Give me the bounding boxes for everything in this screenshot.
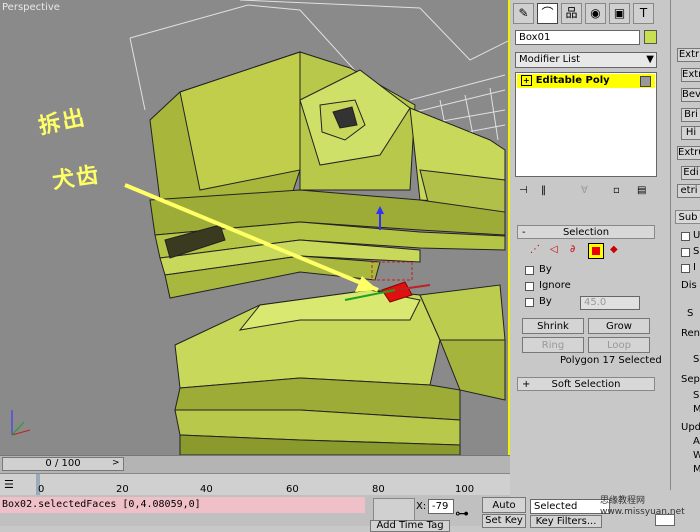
by-angle-checkbox[interactable] <box>525 298 534 307</box>
side-label-upd: Upd <box>681 422 700 433</box>
show-end-result-icon[interactable]: ‖ <box>541 185 546 196</box>
annotation-line2: 犬齿 <box>50 161 102 195</box>
subdivision-rollout-header[interactable]: Sub <box>675 210 700 224</box>
by-angle-label: By <box>539 296 552 307</box>
track-bar[interactable]: 0 20 40 60 80 100 ☰ <box>0 473 510 496</box>
side-label-i: I <box>693 262 696 273</box>
ruler-tick-80: 80 <box>372 484 385 495</box>
side-label-dis: Dis <box>681 280 697 291</box>
side-label-sep: Sep <box>681 374 700 385</box>
stack-toolbar: ⊣ ‖ ∀ ▫ ▤ <box>515 182 657 202</box>
modify-icon[interactable]: ⌒ <box>537 3 558 24</box>
make-unique-icon[interactable]: ∀ <box>581 185 588 196</box>
ruler-tick-60: 60 <box>286 484 299 495</box>
modifier-list-label: Modifier List <box>519 54 581 65</box>
object-color-swatch[interactable] <box>644 30 657 44</box>
edge-icon[interactable]: ◁ <box>550 244 558 255</box>
stack-item-editable-poly[interactable]: + Editable Poly <box>517 74 655 88</box>
pin-stack-icon[interactable]: ⊣ <box>519 185 528 196</box>
soft-selection-rollout-header[interactable]: + Soft Selection <box>517 377 655 391</box>
vertex-icon[interactable]: ⋰ <box>530 244 540 255</box>
x-coordinate-label: X: <box>416 501 427 512</box>
ruler-tick-0: 0 <box>38 484 45 495</box>
object-name-field[interactable]: Box01 <box>515 30 640 45</box>
next-frame-icon[interactable]: > <box>112 458 120 468</box>
bridge-button[interactable]: Bri <box>681 108 700 122</box>
key-filters-button[interactable]: Key Filters... <box>530 515 602 528</box>
shrink-button[interactable]: Shrink <box>522 318 584 334</box>
hierarchy-icon[interactable]: 品 <box>561 3 582 24</box>
ring-button[interactable]: Ring <box>522 337 584 353</box>
ruler-tick-40: 40 <box>200 484 213 495</box>
grow-button[interactable]: Grow <box>588 318 650 334</box>
command-panel: ✎ ⌒ 品 ◉ ▣ T Box01 Modifier List ▼ + Edita… <box>510 0 670 490</box>
motion-icon[interactable]: ◉ <box>585 3 606 24</box>
side-label-u: U <box>693 230 700 241</box>
by-vertex-checkbox[interactable] <box>525 266 534 275</box>
side-label-ren: Ren <box>681 328 700 339</box>
selection-title: Selection <box>562 227 610 238</box>
side-button-0[interactable]: Extr <box>677 48 700 62</box>
ignore-backfacing-checkbox[interactable] <box>525 282 534 291</box>
frame-field[interactable] <box>655 514 675 526</box>
side-label-a: A <box>693 436 700 447</box>
configure-modifiers-icon[interactable]: ▤ <box>637 185 646 196</box>
modifier-list-dropdown[interactable]: Modifier List ▼ <box>515 52 657 68</box>
side-checkbox-u[interactable] <box>681 232 690 241</box>
time-slider[interactable]: 0 / 100 <box>2 457 124 471</box>
bevel-button[interactable]: Bev <box>681 88 700 102</box>
create-icon[interactable]: ✎ <box>513 3 534 24</box>
side-label-w: W <box>693 450 700 461</box>
stack-item-label: Editable Poly <box>535 75 610 86</box>
side-label-s2: S <box>687 308 694 319</box>
add-time-tag-button[interactable]: Add Time Tag <box>370 520 450 532</box>
ruler-tick-100: 100 <box>455 484 475 495</box>
display-icon[interactable]: ▣ <box>609 3 630 24</box>
track-bar-menu-icon[interactable]: ☰ <box>4 478 14 491</box>
chevron-down-icon: ▼ <box>646 54 654 65</box>
selection-status: Polygon 17 Selected <box>560 355 662 366</box>
side-label-m: M <box>693 404 700 415</box>
by-vertex-label: By <box>539 264 552 275</box>
angle-value-field[interactable]: 45.0 <box>580 296 640 310</box>
watermark: 思缘教程网 www.missyuan.net <box>600 496 685 517</box>
extrude-spline-button[interactable]: Extru <box>677 146 700 160</box>
stack-toggle-icon[interactable] <box>640 76 651 87</box>
modifier-stack: + Editable Poly <box>515 72 657 177</box>
edit-triangulation-button[interactable]: Edi <box>681 166 700 180</box>
border-icon[interactable]: ∂ <box>570 244 575 255</box>
soft-selection-title: Soft Selection <box>551 379 621 390</box>
retriangulate-button[interactable]: etri <box>677 184 700 198</box>
edit-geometry-panel: Extr Extr Bev Bri Hi Extru Edi etri Sub … <box>670 0 700 490</box>
key-icon[interactable]: ⊶ <box>455 506 469 522</box>
selection-set-dropdown[interactable]: Selected <box>530 499 610 514</box>
subobject-toolbar: ⋰ ◁ ∂ ◆ <box>530 243 630 260</box>
maxscript-listener[interactable]: Box02.selectedFaces [0,4.08059,0] <box>0 497 365 513</box>
side-label-s3: S <box>693 354 700 365</box>
remove-modifier-icon[interactable]: ▫ <box>613 185 620 196</box>
x-coordinate-field[interactable]: -79 <box>428 499 454 514</box>
dragon-head-model <box>11 0 508 455</box>
side-label-s: S <box>693 246 700 257</box>
loop-button[interactable]: Loop <box>588 337 650 353</box>
extrude-button[interactable]: Extr <box>681 68 700 82</box>
selection-rollout-header[interactable]: - Selection <box>517 225 655 239</box>
utilities-icon[interactable]: T <box>633 3 654 24</box>
side-checkbox-i[interactable] <box>681 264 690 273</box>
side-label-m2: M <box>693 464 700 475</box>
viewport-label[interactable]: Perspective <box>2 2 60 13</box>
polygon-icon[interactable] <box>588 243 604 259</box>
side-label-s4: S <box>693 390 700 401</box>
hinge-button[interactable]: Hi <box>681 126 700 140</box>
perspective-viewport[interactable]: Perspective 拆出 犬齿 <box>0 0 510 455</box>
element-icon[interactable]: ◆ <box>610 244 618 255</box>
ruler-tick-20: 20 <box>116 484 129 495</box>
side-checkbox-s[interactable] <box>681 248 690 257</box>
auto-key-button[interactable]: Auto Key <box>482 497 526 527</box>
ignore-backfacing-label: Ignore <box>539 280 571 291</box>
